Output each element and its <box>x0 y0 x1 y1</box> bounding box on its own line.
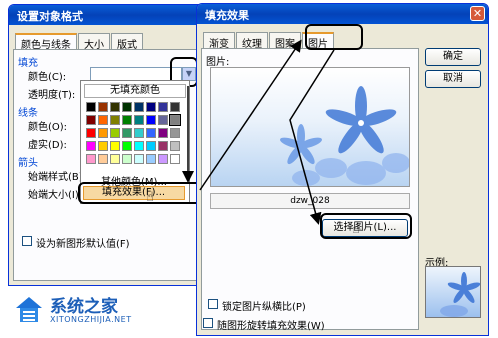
house-logo-icon <box>16 297 42 322</box>
arrow-to-picture-tab <box>199 39 302 191</box>
pointer-cursor-icon: ☝ <box>146 190 154 205</box>
pointer-cursor-icon-2: ☝ <box>352 222 360 237</box>
watermark-url: XITONGZHIJIA.NET <box>50 315 132 324</box>
screenshot-root: 设置对象格式 颜色与线条 大小 版式 填充 颜色(C): ▼ 透明度(T): 线… <box>0 0 498 338</box>
arrow-to-select-picture <box>289 49 335 225</box>
watermark-brand: 系统之家 <box>50 297 118 317</box>
watermark: 系统之家 XITONGZHIJIA.NET <box>10 288 160 330</box>
